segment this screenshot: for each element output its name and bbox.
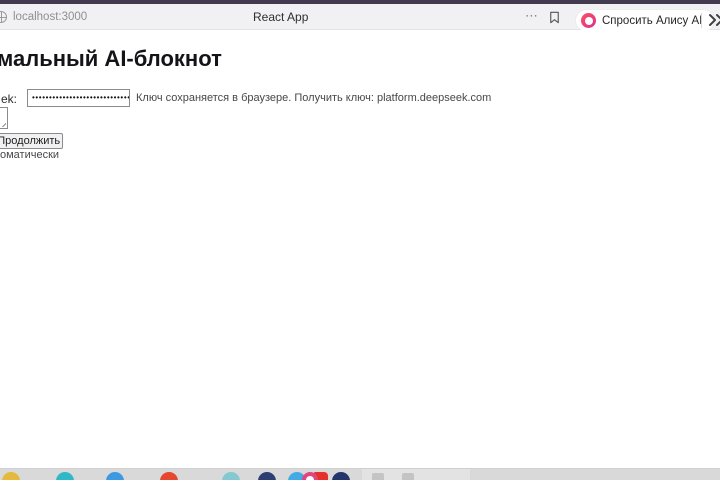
page-title: мальный AI-блокнот bbox=[0, 46, 222, 71]
taskbar[interactable] bbox=[0, 468, 720, 480]
taskbar-app-teal[interactable] bbox=[56, 472, 74, 480]
page-content: мальный AI-блокнот ek: •••••••••••••••••… bbox=[0, 30, 720, 468]
alice-ai-icon bbox=[581, 13, 596, 28]
more-menu-icon[interactable]: ⋯ bbox=[525, 4, 539, 30]
continue-button[interactable]: ✍ Продолжить bbox=[0, 133, 63, 149]
taskbar-app-darknavy[interactable] bbox=[332, 472, 350, 480]
ask-alice-label: Спросить Алису AI bbox=[602, 14, 703, 27]
api-key-input[interactable]: •••••••••••••••••••••••••••••• bbox=[27, 89, 130, 107]
site-globe-icon bbox=[0, 11, 7, 23]
screen: localhost:3000 React App ⋯ Спросить Алис… bbox=[0, 0, 720, 480]
tab-react-app[interactable]: React App bbox=[253, 4, 308, 30]
browser-sidebar-icon[interactable] bbox=[707, 11, 720, 29]
autosave-note: оматически bbox=[0, 149, 60, 161]
textarea-resize-handle[interactable] bbox=[0, 120, 6, 127]
taskbar-app-yellow[interactable] bbox=[2, 472, 20, 480]
bookmark-icon[interactable] bbox=[547, 10, 562, 25]
note-textarea[interactable] bbox=[0, 107, 8, 129]
toolbar-divider bbox=[701, 13, 702, 28]
api-key-label: ek: bbox=[1, 92, 18, 106]
taskbar-tray-icon-2[interactable] bbox=[402, 473, 414, 480]
taskbar-app-red[interactable] bbox=[160, 472, 178, 480]
ask-alice-button[interactable]: Спросить Алису AI bbox=[576, 10, 715, 31]
api-key-hint: Ключ сохраняется в браузере. Получить кл… bbox=[136, 92, 492, 104]
taskbar-app-blue[interactable] bbox=[106, 472, 124, 480]
taskbar-app-navy[interactable] bbox=[258, 472, 276, 480]
address-bar[interactable]: localhost:3000 bbox=[13, 4, 87, 30]
taskbar-app-lightteal[interactable] bbox=[222, 472, 240, 480]
continue-button-label: Продолжить bbox=[0, 135, 61, 147]
browser-toolbar: localhost:3000 React App ⋯ Спросить Алис… bbox=[0, 4, 720, 31]
taskbar-tray-icon-1[interactable] bbox=[372, 473, 384, 480]
